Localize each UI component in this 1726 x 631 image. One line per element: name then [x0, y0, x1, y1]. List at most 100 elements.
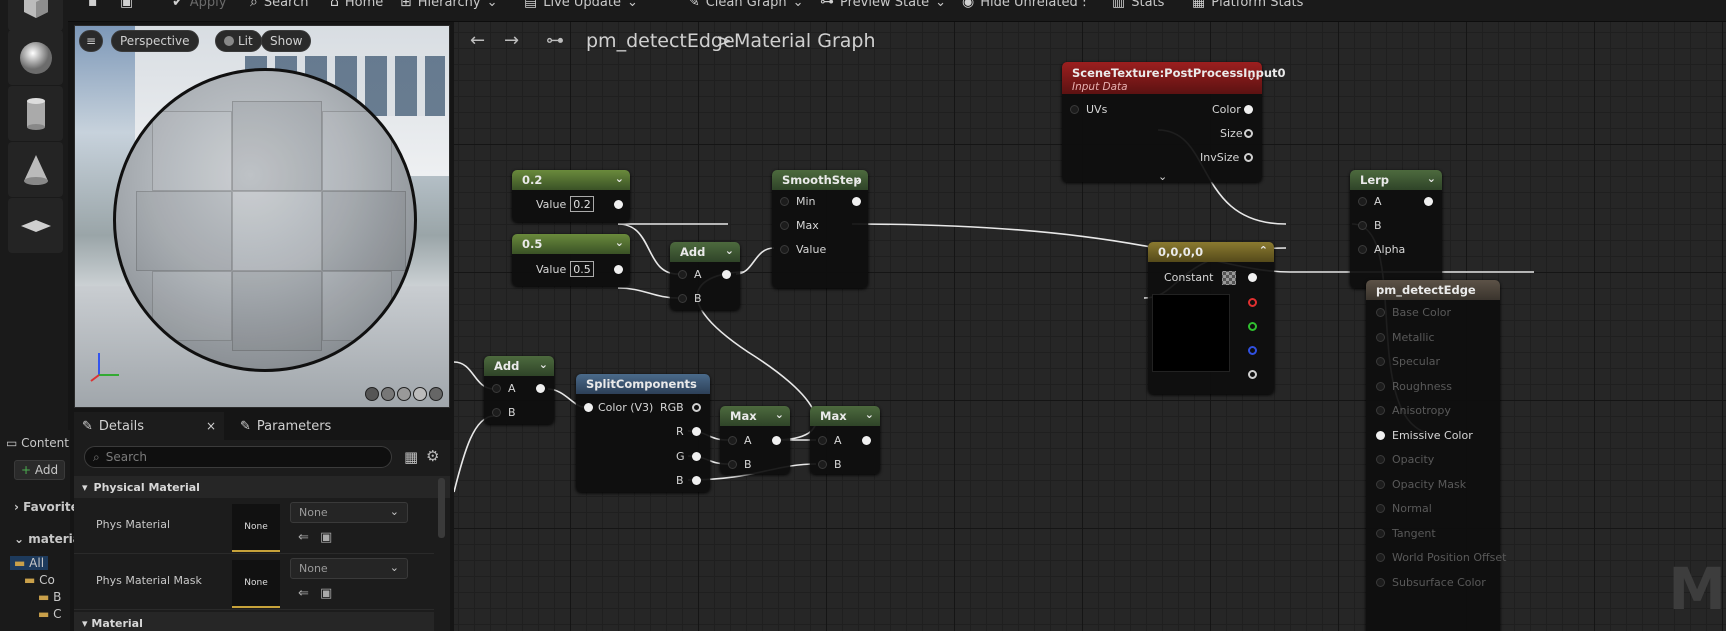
output-pin[interactable] — [614, 200, 623, 209]
chevron-down-icon[interactable]: ⌄ — [725, 244, 734, 257]
input-pin[interactable] — [1376, 332, 1385, 342]
sphere-shape-button[interactable] — [8, 30, 63, 85]
input-pin[interactable] — [728, 460, 737, 469]
clean-graph-button[interactable]: ✎ Clean Graph ⌄ — [688, 0, 804, 10]
chevron-down-icon[interactable]: ⌄ — [865, 408, 874, 421]
input-pin[interactable] — [492, 384, 501, 393]
add-button[interactable]: + Add — [14, 460, 66, 480]
perspective-button[interactable]: Perspective — [111, 30, 199, 52]
show-button[interactable]: Show — [261, 30, 312, 52]
use-selected-icon[interactable]: ⇐ — [298, 530, 309, 545]
input-pin[interactable] — [492, 408, 501, 417]
input-pin[interactable] — [1376, 430, 1385, 440]
node-header[interactable]: SplitComponents — [576, 374, 710, 394]
tree-item-all[interactable]: ▬ All — [10, 556, 49, 570]
chevron-down-icon[interactable]: ⌄ — [853, 172, 862, 185]
output-pin[interactable] — [692, 403, 701, 412]
node-header[interactable]: SmoothStep ⌄ — [772, 170, 868, 190]
output-pin-blue[interactable] — [1248, 346, 1257, 355]
graph-hierarchy-icon[interactable]: ⊶ — [546, 30, 564, 51]
node-smoothstep[interactable]: SmoothStep ⌄ Min Max Value — [772, 170, 868, 288]
chevron-down-icon[interactable]: ⌄ — [1427, 172, 1436, 185]
output-pin[interactable] — [614, 265, 623, 274]
cube-shape-button[interactable] — [8, 0, 63, 31]
chevron-down-icon[interactable]: ⌄ — [615, 236, 624, 249]
sphere-mini-icon[interactable] — [365, 387, 379, 401]
sphere-mini-icon[interactable] — [397, 387, 411, 401]
output-pin[interactable] — [862, 436, 871, 445]
preview-state-button[interactable]: ⊶ Preview State ⌄ — [820, 0, 946, 10]
node-material-result[interactable]: pm_detectEdge Base Color Metallic Specular… — [1366, 280, 1506, 631]
lit-button[interactable]: Lit — [215, 30, 262, 52]
output-pin[interactable] — [722, 270, 731, 279]
sphere-mini-icon[interactable] — [429, 387, 443, 401]
node-add[interactable]: Add ⌄ A B — [670, 242, 740, 310]
node-max[interactable]: Max ⌄ A B — [810, 406, 880, 474]
input-pin[interactable] — [1358, 245, 1367, 254]
output-pin[interactable] — [772, 436, 781, 445]
node-scene-texture[interactable]: SceneTexture:PostProcessInput0 ⌄ Input Da… — [1062, 62, 1286, 183]
input-pin[interactable] — [780, 221, 789, 230]
toolbar-more-button[interactable]: ⋮ — [1078, 0, 1091, 9]
input-pin[interactable] — [780, 197, 789, 206]
back-arrow-icon[interactable]: ← — [470, 30, 485, 51]
search-button[interactable]: ⌕ Search — [250, 0, 309, 10]
input-pin[interactable] — [678, 294, 687, 303]
asset-thumbnail[interactable]: None — [232, 504, 280, 552]
output-pin[interactable] — [692, 452, 701, 461]
home-button[interactable]: ⌂ Home — [330, 0, 383, 10]
chevron-up-icon[interactable]: ⌃ — [1259, 244, 1268, 257]
plane-shape-button[interactable] — [8, 198, 63, 253]
browse-asset-icon[interactable]: ▣ — [320, 530, 332, 545]
save-button[interactable]: ▪ — [88, 0, 98, 10]
stats-button[interactable]: ▥ Stats — [1112, 0, 1164, 10]
value-input[interactable]: 0.2 — [570, 196, 594, 212]
input-pin[interactable] — [1376, 553, 1385, 562]
input-pin[interactable] — [1376, 504, 1385, 513]
output-pin[interactable] — [692, 427, 701, 436]
output-pin[interactable] — [1424, 197, 1433, 206]
node-header[interactable]: Add ⌄ — [484, 356, 554, 376]
preview-sphere-buttons[interactable] — [365, 387, 445, 403]
tab-parameters[interactable]: ✎ Parameters — [232, 412, 331, 440]
hierarchy-button[interactable]: ⊞ Hierarchy ⌄ — [400, 0, 497, 10]
output-pin[interactable] — [536, 384, 545, 393]
breadcrumb-graph[interactable]: Material Graph — [734, 30, 876, 52]
node-split-components[interactable]: SplitComponents Color (V3) RGB R G B — [576, 374, 710, 492]
node-header[interactable]: 0.2 ⌄ — [512, 170, 630, 190]
input-pin[interactable] — [780, 245, 789, 254]
close-icon[interactable]: × — [206, 419, 216, 433]
input-pin[interactable] — [1376, 357, 1385, 366]
input-pin[interactable] — [1376, 455, 1385, 464]
node-constant-02[interactable]: 0.2 ⌄ Value 0.2 — [512, 170, 630, 222]
node-add[interactable]: Add ⌄ A B — [484, 356, 554, 424]
input-pin[interactable] — [728, 436, 737, 445]
output-pin[interactable] — [1244, 105, 1253, 114]
input-pin[interactable] — [1358, 221, 1367, 230]
details-scrollbar[interactable] — [438, 478, 445, 538]
settings-gear-icon[interactable]: ⚙ — [426, 447, 439, 465]
asset-combo[interactable]: None ⌄ — [290, 502, 408, 523]
hide-unrelated-button[interactable]: ◉ Hide Unrelated — [962, 0, 1078, 10]
node-max[interactable]: Max ⌄ A B — [720, 406, 790, 474]
table-view-icon[interactable]: ▦ — [404, 448, 418, 466]
node-header[interactable]: Max ⌄ — [720, 406, 790, 426]
input-pin[interactable] — [1070, 105, 1079, 114]
input-pin[interactable] — [818, 436, 827, 445]
color-swatch[interactable] — [1222, 271, 1236, 285]
platform-stats-button[interactable]: ▦ Platform Stats — [1192, 0, 1303, 10]
input-pin[interactable] — [818, 460, 827, 469]
section-material[interactable]: ▾ Material — [74, 612, 434, 631]
node-header[interactable]: Lerp ⌄ — [1350, 170, 1442, 190]
output-pin[interactable] — [852, 197, 861, 206]
material-graph-canvas[interactable]: ← → ⊶ pm_detectEdge > Material Graph 0.2… — [454, 22, 1726, 631]
node-header[interactable]: 0,0,0,0 ⌃ — [1148, 242, 1274, 262]
details-search-input[interactable]: ⌕ Search — [84, 446, 392, 468]
content-browser-tab[interactable]: ▭ Content — [6, 436, 69, 450]
input-pin[interactable] — [1358, 197, 1367, 206]
output-pin-green[interactable] — [1248, 322, 1257, 331]
output-pin-alpha[interactable] — [1248, 370, 1257, 379]
input-pin[interactable] — [1376, 308, 1385, 317]
value-input[interactable]: 0.5 — [570, 261, 594, 277]
node-header[interactable]: Max ⌄ — [810, 406, 880, 426]
